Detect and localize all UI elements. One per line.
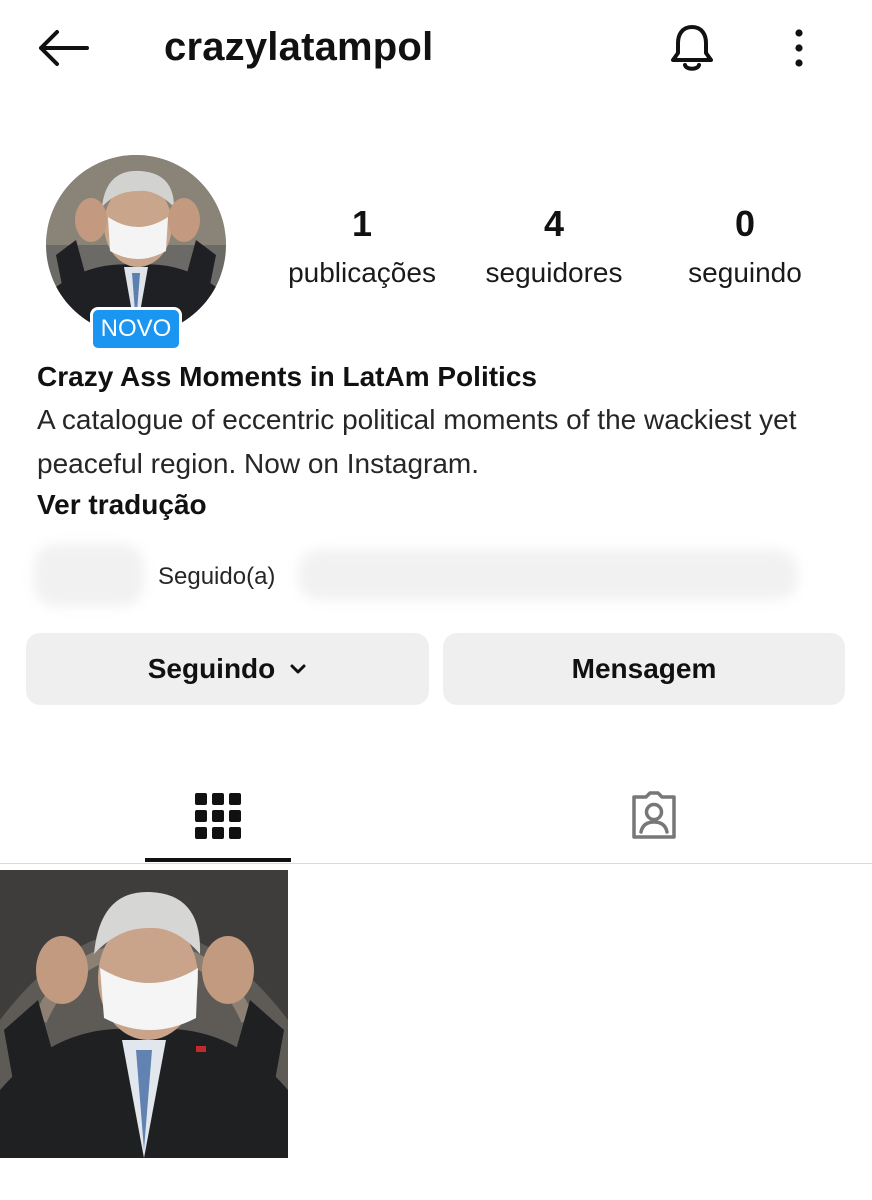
stat-following-value: 0 (734, 203, 756, 244)
grid-icon (195, 793, 241, 839)
see-translation-link[interactable]: Ver tradução (37, 486, 207, 524)
active-tab-indicator (145, 858, 291, 862)
new-badge: NOVO (90, 307, 182, 351)
post-thumbnail[interactable] (0, 870, 288, 1158)
tab-tagged[interactable] (436, 770, 872, 862)
stat-posts-label: publicações (288, 257, 436, 288)
stat-followers-label: seguidores (485, 257, 623, 288)
bio-text: A catalogue of eccentric political momen… (37, 404, 797, 479)
more-vertical-icon (795, 29, 803, 67)
stat-followers[interactable]: 4 seguidores (464, 200, 644, 298)
notifications-button[interactable] (662, 18, 722, 78)
redacted-names (298, 550, 798, 600)
followed-by-label: Seguido(a) (158, 563, 276, 590)
message-button-label: Mensagem (571, 653, 717, 684)
message-button[interactable]: Mensagem (443, 633, 845, 705)
tab-posts-grid[interactable] (0, 770, 436, 862)
display-name: Crazy Ass Moments in LatAm Politics (37, 361, 537, 392)
bell-icon (671, 25, 713, 71)
arrow-left-icon (39, 30, 89, 66)
stat-following-label: seguindo (688, 257, 802, 288)
back-button[interactable] (28, 20, 98, 76)
following-button[interactable]: Seguindo (26, 633, 429, 705)
tagged-person-icon (632, 791, 676, 839)
more-options-button[interactable] (772, 18, 826, 78)
chevron-down-icon (289, 663, 307, 675)
following-button-label: Seguindo (147, 653, 276, 684)
stat-posts[interactable]: 1 publicações (272, 200, 452, 298)
redacted-avatars (34, 544, 144, 606)
post-photo (0, 870, 288, 1158)
stat-posts-value: 1 (351, 203, 373, 244)
tabs-divider (0, 863, 872, 864)
followed-by-row[interactable]: Seguido(a) (30, 538, 810, 610)
profile-username: crazylatampol (164, 25, 434, 69)
stat-followers-value: 4 (543, 203, 565, 244)
stat-following[interactable]: 0 seguindo (655, 200, 835, 298)
